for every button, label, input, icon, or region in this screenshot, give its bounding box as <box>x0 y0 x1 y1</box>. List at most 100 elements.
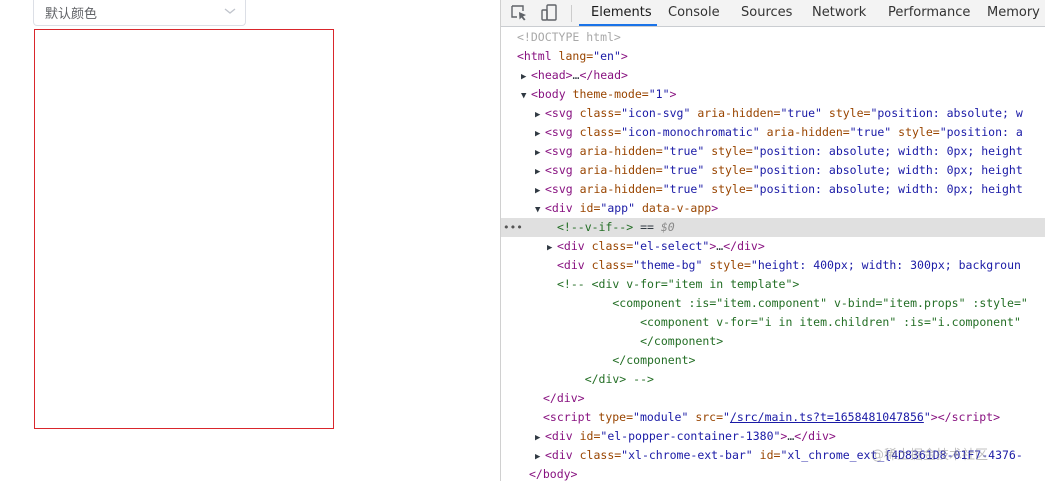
equals-text: == <box>633 220 661 234</box>
attr-name: aria-hidden= <box>572 144 663 158</box>
attr-value: "true" <box>662 144 705 158</box>
attr-value: "icon-monochromatic" <box>621 125 760 139</box>
dom-line-theme-bg[interactable]: <div class="theme-bg" style="height: 400… <box>501 256 1045 275</box>
dom-line-comment[interactable]: </component> <box>501 351 1045 370</box>
tag-text: </head> <box>579 68 628 82</box>
attr-name: style= <box>704 144 753 158</box>
attr-name: class= <box>572 448 622 462</box>
tab-performance[interactable]: Performance <box>888 0 970 26</box>
tag-text: <div <box>545 201 573 215</box>
comment-text: <!-- <div v-for="item in template"> <box>557 277 800 291</box>
attr-name: style= <box>704 182 753 196</box>
dom-line-comment[interactable]: <!-- <div v-for="item in template"> <box>501 275 1045 294</box>
script-src-link[interactable]: /src/main.ts?t=1658481047856 <box>730 410 924 424</box>
dom-tree: <!DOCTYPE html> <html lang="en"> ▶ <head>… <box>501 28 1045 481</box>
dom-line-selected-comment[interactable]: ••• <!--v-if--> == $0 <box>501 218 1045 237</box>
tag-text: </div> <box>543 391 585 405</box>
tab-network[interactable]: Network <box>812 0 866 26</box>
comment-text: </div> --> <box>557 372 654 386</box>
attr-value: "xl-chrome-ext-bar" <box>621 448 753 462</box>
tag-text: <div <box>557 239 585 253</box>
dom-line-comment[interactable]: </div> --> <box>501 370 1045 389</box>
inspect-element-icon[interactable] <box>509 3 529 23</box>
tag-text: </div> <box>723 239 765 253</box>
dom-line-body[interactable]: ▼ <body theme-mode="1"> <box>501 85 1045 104</box>
dom-line-svg[interactable]: ▶ <svg class="icon-monochromatic" aria-hi… <box>501 123 1045 142</box>
tag-text: > <box>711 201 719 215</box>
tag-text: <html <box>517 49 552 63</box>
dom-line-close-div[interactable]: </div> <box>501 389 1045 408</box>
attr-value: "position: absolute; width: 0px; height <box>752 163 1023 177</box>
attr-name: data-v-app <box>635 201 712 215</box>
tag-text: script <box>951 410 994 424</box>
tag-text: <svg <box>545 125 573 139</box>
attr-name: type= <box>591 410 634 424</box>
attr-name: style= <box>704 163 753 177</box>
attr-name: id= <box>572 201 601 215</box>
more-options-icon[interactable]: ••• <box>503 218 523 237</box>
devtools-panel: Elements Console Sources Network Perform… <box>500 0 1045 481</box>
dom-line-svg[interactable]: ▶ <svg aria-hidden="true" style="position… <box>501 180 1045 199</box>
page-preview: 默认颜色 <box>0 0 500 481</box>
tag-text: ></ <box>930 410 952 424</box>
tag-text: > <box>620 49 628 63</box>
chevron-down-icon <box>224 8 236 14</box>
device-toolbar-icon[interactable] <box>539 3 559 23</box>
dom-line-head[interactable]: ▶ <head>…</head> <box>501 66 1045 85</box>
dom-line-svg[interactable]: ▶ <svg aria-hidden="true" style="position… <box>501 142 1045 161</box>
selected-node-ref: $0 <box>660 220 675 234</box>
attr-name: theme-mode= <box>565 87 649 101</box>
theme-bg-box <box>34 29 334 429</box>
attr-name: id= <box>752 448 781 462</box>
tag-text: <svg <box>545 106 573 120</box>
attr-name: class= <box>584 258 634 272</box>
dom-line-comment[interactable]: </component> <box>501 332 1045 351</box>
attr-value: "true" <box>780 106 822 120</box>
attr-name: style= <box>821 106 871 120</box>
tag-text: <svg <box>545 144 573 158</box>
dom-line-script[interactable]: <script type="module" src="/src/main.ts?… <box>501 408 1045 427</box>
tag-text: > <box>669 87 677 101</box>
select-value: 默认颜色 <box>45 7 98 22</box>
attr-value: "el-popper-container-1380" <box>600 429 781 443</box>
attr-value: "position: absolute; width: 0px; height <box>752 182 1023 196</box>
tab-memory[interactable]: Memory <box>987 0 1040 26</box>
dom-line-close-body[interactable]: </body> <box>501 465 1045 481</box>
attr-value: " <box>923 410 931 424</box>
tag-text: </body> <box>529 467 578 481</box>
comment-text: </component> <box>557 334 724 348</box>
tag-text: > <box>993 410 1001 424</box>
attr-value: "icon-svg" <box>621 106 691 120</box>
dom-line-doctype[interactable]: <!DOCTYPE html> <box>501 28 1045 47</box>
comment-text: <!--v-if--> <box>557 220 634 234</box>
tag-text: <script <box>543 410 592 424</box>
tag-text: <body <box>531 87 566 101</box>
comment-text: <component :is="item.component" v-bind="… <box>557 296 1028 310</box>
doctype-text: <!DOCTYPE html> <box>517 30 621 44</box>
dom-line-div-app[interactable]: ▼ <div id="app" data-v-app> <box>501 199 1045 218</box>
tab-elements[interactable]: Elements <box>591 0 652 26</box>
attr-value: "true" <box>662 163 705 177</box>
attr-name: lang= <box>551 49 594 63</box>
attr-value: "app" <box>600 201 636 215</box>
attr-name: style= <box>891 125 940 139</box>
tag-text: <div <box>545 429 573 443</box>
tag-text: <svg <box>545 182 573 196</box>
tab-console[interactable]: Console <box>668 0 720 26</box>
tag-text: <svg <box>545 163 573 177</box>
attr-name: aria-hidden= <box>572 163 663 177</box>
attr-name: id= <box>572 429 601 443</box>
attr-name: style= <box>702 258 751 272</box>
dom-line-el-select[interactable]: ▶ <div class="el-select">…</div> <box>501 237 1045 256</box>
dom-line-svg[interactable]: ▶ <svg class="icon-svg" aria-hidden="true… <box>501 104 1045 123</box>
attr-value: "position: absolute; width: 0px; height <box>752 144 1023 158</box>
dom-line-svg[interactable]: ▶ <svg aria-hidden="true" style="position… <box>501 161 1045 180</box>
attr-name: aria-hidden= <box>690 106 781 120</box>
attr-value: "theme-bg" <box>633 258 703 272</box>
dom-line-html[interactable]: <html lang="en"> <box>501 47 1045 66</box>
dom-line-comment[interactable]: <component :is="item.component" v-bind="… <box>501 294 1045 313</box>
tab-sources[interactable]: Sources <box>741 0 792 26</box>
dom-line-comment[interactable]: <component v-for="i in item.children" :i… <box>501 313 1045 332</box>
attr-name: src= <box>688 410 724 424</box>
color-select[interactable]: 默认颜色 <box>33 0 246 26</box>
